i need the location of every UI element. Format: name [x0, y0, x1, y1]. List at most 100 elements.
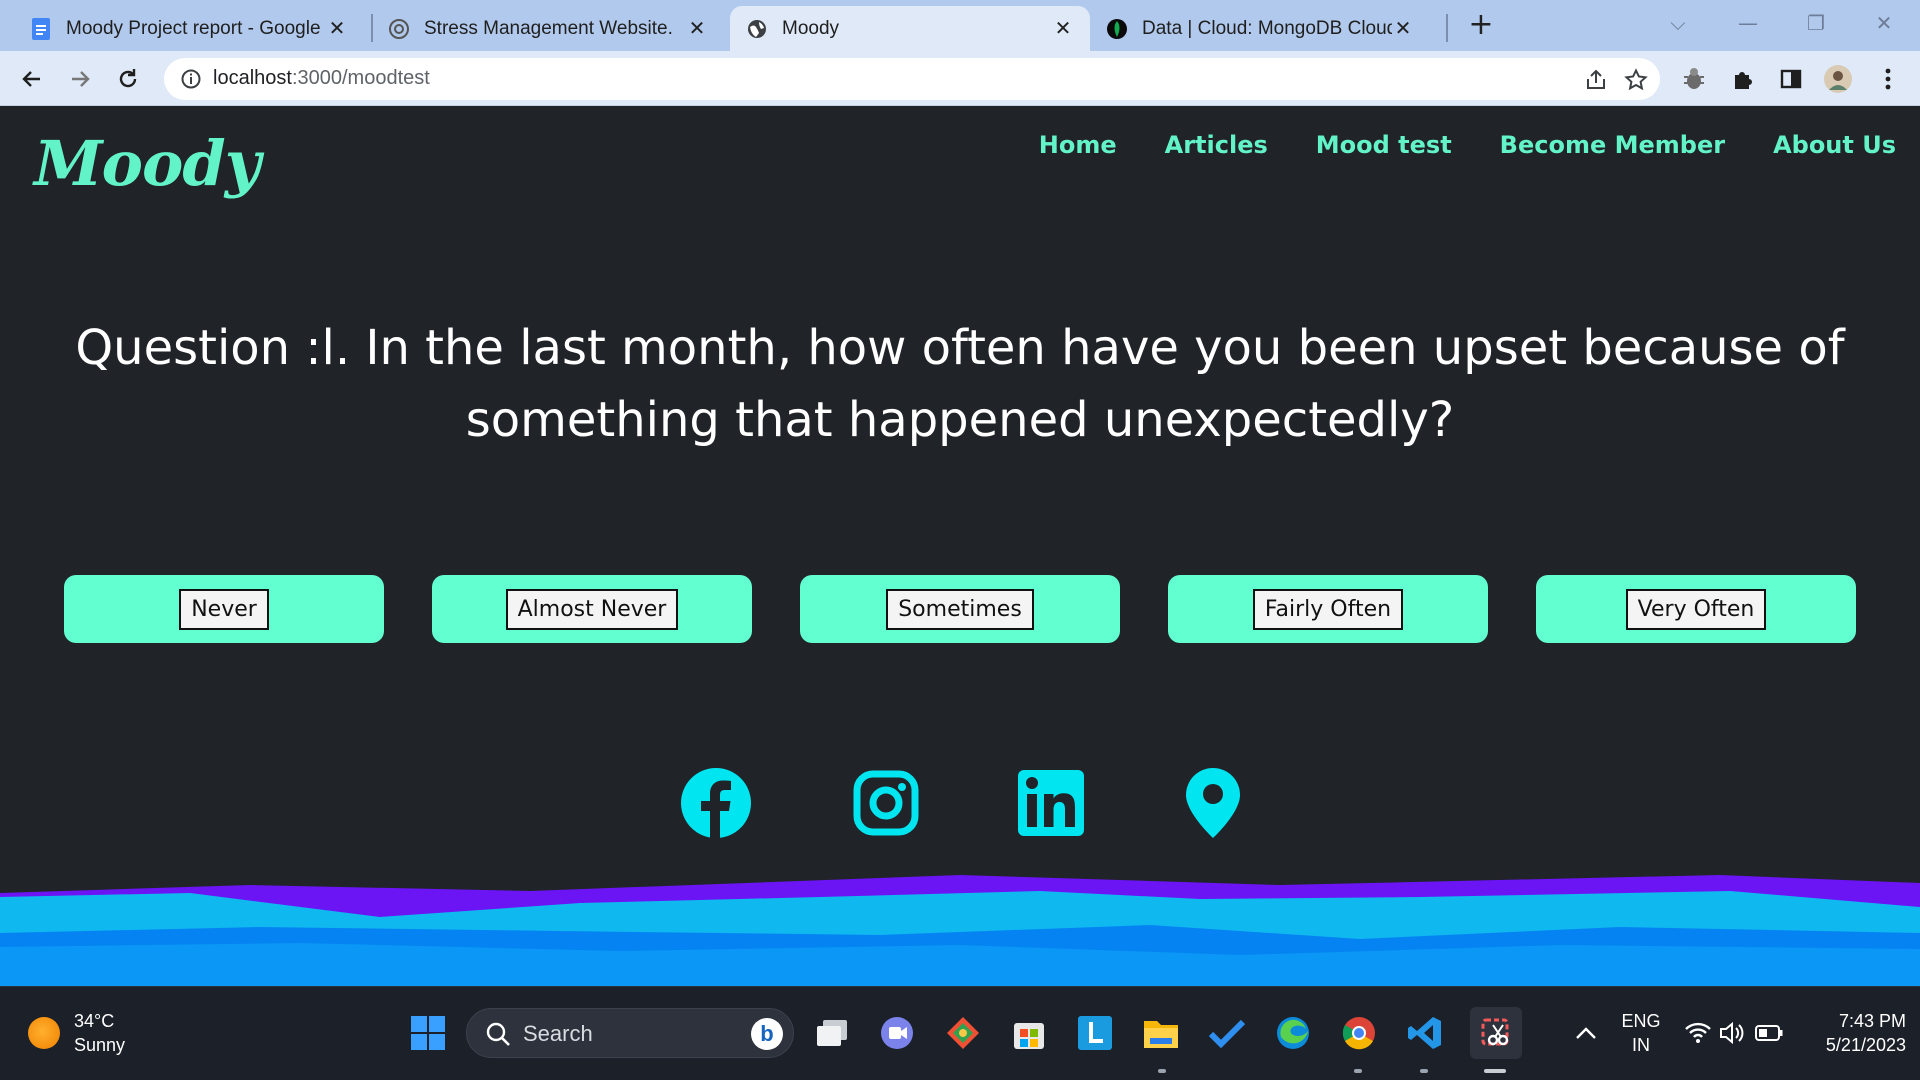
url-text: localhost:3000/moodtest [213, 67, 430, 90]
minimize-icon[interactable]: — [1728, 8, 1768, 38]
nav-become-member[interactable]: Become Member [1500, 131, 1725, 159]
answer-fairly-often-button[interactable]: Fairly Often [1252, 588, 1404, 630]
region-code: IN [1632, 1035, 1650, 1055]
url-host: localhost [213, 67, 292, 89]
forward-arrow-icon[interactable] [62, 61, 98, 97]
answer-very-often-button[interactable]: Very Often [1625, 588, 1767, 630]
answer-card-never: Never [64, 575, 384, 643]
tab-title: Moody [782, 17, 840, 39]
clock-date: 5/21/2023 [1825, 1035, 1906, 1055]
windows-start-icon[interactable] [408, 1013, 448, 1053]
new-tab-button[interactable]: + [1466, 8, 1496, 42]
answer-card-fairly-often: Fairly Often [1168, 575, 1488, 643]
back-arrow-icon[interactable] [14, 61, 50, 97]
running-indicator [1420, 1069, 1428, 1073]
tab-search-chevron-icon[interactable]: ⌵ [1658, 8, 1698, 38]
moody-page: Moody Home Articles Mood test Become Mem… [0, 107, 1920, 986]
tab-mongodb[interactable]: Data | Cloud: MongoDB Cloud ✕ [1090, 6, 1430, 51]
edge-browser-icon[interactable] [1273, 1013, 1313, 1053]
social-links [0, 764, 1920, 844]
restore-icon[interactable]: ❐ [1796, 8, 1836, 38]
chatgpt-icon [388, 18, 410, 40]
close-tab-icon[interactable]: ✕ [1052, 16, 1074, 41]
battery-icon[interactable] [1749, 1013, 1789, 1053]
todo-checkmark-icon[interactable] [1207, 1013, 1247, 1053]
language-code: ENG [1621, 1011, 1661, 1031]
question-text: Question :l. In the last month, how ofte… [75, 320, 1845, 448]
instagram-icon[interactable] [847, 764, 925, 842]
location-pin-icon[interactable] [1174, 764, 1252, 842]
profile-avatar[interactable] [1822, 63, 1854, 95]
extensions-puzzle-icon[interactable] [1727, 63, 1759, 95]
extension-bug-icon[interactable] [1678, 63, 1710, 95]
close-window-icon[interactable]: ✕ [1864, 8, 1904, 38]
bookmark-star-icon[interactable] [1624, 68, 1648, 96]
weather-temp: 34°C [74, 1011, 115, 1031]
active-indicator [1484, 1069, 1506, 1073]
search-label: Search [523, 1021, 593, 1046]
nav-mood-test[interactable]: Mood test [1316, 131, 1452, 159]
windows-taskbar: 34°C Sunny Search b ENG IN 7:43 PM 5/21/… [0, 986, 1920, 1080]
answer-card-very-often: Very Often [1536, 575, 1856, 643]
file-explorer-icon[interactable] [1141, 1013, 1181, 1053]
answer-almost-never-button[interactable]: Almost Never [505, 588, 679, 630]
language-indicator[interactable]: ENG IN [1618, 1009, 1664, 1057]
chevron-up-icon[interactable] [1566, 1013, 1606, 1053]
tab-separator [1446, 14, 1448, 42]
decorative-waves [0, 875, 1920, 986]
bing-icon[interactable]: b [751, 1018, 783, 1050]
site-info-icon[interactable] [180, 68, 202, 94]
reload-icon[interactable] [110, 61, 146, 97]
answer-options: Never Almost Never Sometimes Fairly Ofte… [0, 575, 1920, 645]
weather-widget[interactable]: 34°C Sunny [28, 1009, 125, 1057]
tab-chatgpt[interactable]: Stress Management Website. ✕ [372, 6, 724, 51]
task-view-icon[interactable] [812, 1013, 852, 1053]
close-tab-icon[interactable]: ✕ [1392, 16, 1414, 41]
tab-title: Stress Management Website. [424, 17, 673, 39]
tab-moody[interactable]: Moody ✕ [730, 6, 1090, 51]
search-icon [485, 1021, 511, 1051]
browser-tab-strip: Moody Project report - Google D ✕ Stress… [0, 0, 1920, 51]
side-panel-icon[interactable] [1775, 63, 1807, 95]
vscode-icon[interactable] [1405, 1013, 1445, 1053]
answer-never-button[interactable]: Never [179, 588, 269, 630]
taskbar-search-box[interactable]: Search b [466, 1008, 794, 1058]
nav-about-us[interactable]: About Us [1773, 131, 1896, 159]
microsoft-store-icon[interactable] [1009, 1013, 1049, 1053]
snipping-tool-icon[interactable] [1470, 1007, 1522, 1059]
close-tab-icon[interactable]: ✕ [686, 16, 708, 41]
weather-text: 34°C Sunny [74, 1009, 125, 1057]
google-docs-icon [30, 17, 52, 40]
address-bar[interactable]: localhost:3000/moodtest [164, 58, 1660, 100]
running-indicator [1158, 1069, 1166, 1073]
git-diamond-icon[interactable] [943, 1013, 983, 1053]
main-nav: Home Articles Mood test Become Member Ab… [1039, 131, 1896, 159]
chrome-icon[interactable] [1339, 1013, 1379, 1053]
linkedin-icon[interactable] [1012, 764, 1090, 842]
globe-icon [746, 18, 768, 40]
tab-title: Data | Cloud: MongoDB Cloud [1142, 17, 1392, 39]
answer-sometimes-button[interactable]: Sometimes [886, 588, 1034, 630]
answer-card-almost-never: Almost Never [432, 575, 752, 643]
share-icon[interactable] [1584, 68, 1608, 96]
clock-time: 7:43 PM [1838, 1011, 1906, 1031]
mongodb-leaf-icon [1106, 18, 1128, 40]
clock[interactable]: 7:43 PM 5/21/2023 [1796, 1009, 1906, 1057]
close-tab-icon[interactable]: ✕ [326, 16, 348, 41]
answer-card-sometimes: Sometimes [800, 575, 1120, 643]
browser-menu-icon[interactable] [1872, 63, 1904, 95]
running-indicator [1354, 1069, 1362, 1073]
url-path: :3000/moodtest [291, 67, 430, 89]
nav-home[interactable]: Home [1039, 131, 1117, 159]
weather-desc: Sunny [74, 1035, 126, 1055]
l-app-icon[interactable] [1075, 1013, 1115, 1053]
volume-icon[interactable] [1712, 1013, 1752, 1053]
browser-toolbar: localhost:3000/moodtest [0, 51, 1920, 106]
site-logo[interactable]: Moody [34, 127, 261, 200]
tab-google-docs[interactable]: Moody Project report - Google D ✕ [14, 6, 364, 51]
nav-articles[interactable]: Articles [1165, 131, 1268, 159]
tab-title: Moody Project report - Google D [66, 17, 326, 39]
sun-icon [28, 1017, 60, 1049]
facebook-icon[interactable] [677, 764, 755, 842]
teams-chat-icon[interactable] [877, 1013, 917, 1053]
